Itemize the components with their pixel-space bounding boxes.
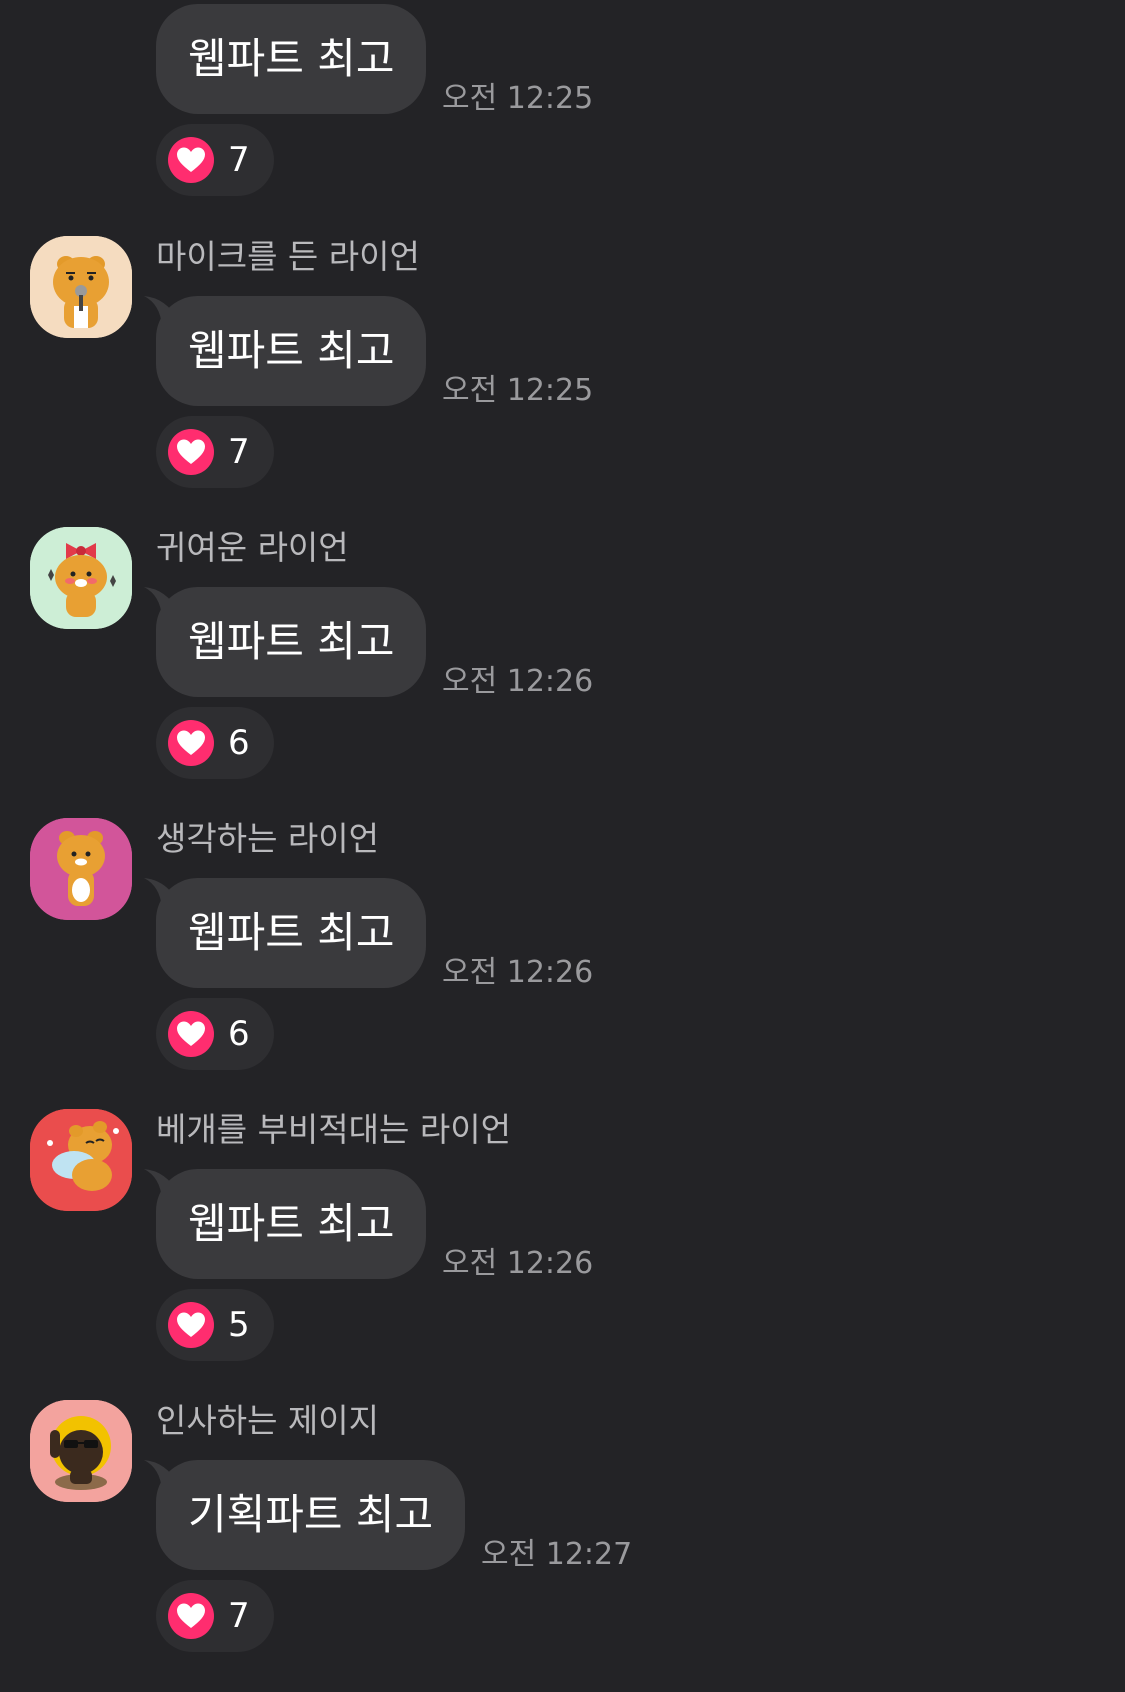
sender-name: 베개를 부비적대는 라이언 xyxy=(156,1110,511,1149)
reaction-badge[interactable]: 7 xyxy=(156,124,274,196)
jayg-greeting-avatar-icon[interactable] xyxy=(30,1400,132,1502)
reaction-count: 7 xyxy=(228,432,250,472)
ryan-microphone-avatar-icon[interactable] xyxy=(30,236,132,338)
bubble-tail-icon xyxy=(144,878,178,908)
message-time: 오전 12:25 xyxy=(442,81,594,116)
bubble-tail-icon xyxy=(144,587,178,617)
message-bubble[interactable]: 웹파트 최고 xyxy=(156,4,426,114)
message-bubble[interactable]: 웹파트 최고 xyxy=(144,878,426,988)
reaction-badge[interactable]: 7 xyxy=(156,1580,274,1652)
reaction-count: 6 xyxy=(228,1014,250,1054)
heart-icon xyxy=(168,1593,214,1639)
heart-icon xyxy=(168,429,214,475)
reaction-count: 5 xyxy=(228,1305,250,1345)
reaction-count: 6 xyxy=(228,723,250,763)
reaction-badge[interactable]: 6 xyxy=(156,707,274,779)
reaction-badge[interactable]: 6 xyxy=(156,998,274,1070)
reaction-badge[interactable]: 5 xyxy=(156,1289,274,1361)
reaction-badge[interactable]: 7 xyxy=(156,416,274,488)
ryan-pillow-avatar-icon[interactable] xyxy=(30,1109,132,1211)
message-bubble[interactable]: 기획파트 최고 xyxy=(144,1460,465,1570)
sender-name: 귀여운 라이언 xyxy=(156,528,349,567)
message-time: 오전 12:26 xyxy=(442,664,594,699)
message-text: 웹파트 최고 xyxy=(188,908,395,957)
ryan-thinking-avatar-icon[interactable] xyxy=(30,818,132,920)
chat-room: 웹파트 최고 오전 12:25 7 마이크를 든 라이언 웹파트 최고 오전 1… xyxy=(0,0,1125,1692)
heart-icon xyxy=(168,1302,214,1348)
message-group: 인사하는 제이지 기획파트 최고 오전 12:27 7 xyxy=(0,1400,1125,1660)
message-group: 귀여운 라이언 웹파트 최고 오전 12:26 6 xyxy=(0,527,1125,779)
message-text: 기획파트 최고 xyxy=(188,1490,434,1539)
message-time: 오전 12:26 xyxy=(442,1246,594,1281)
heart-icon xyxy=(168,720,214,766)
message-group: 생각하는 라이언 웹파트 최고 오전 12:26 6 xyxy=(0,818,1125,1070)
sender-name: 마이크를 든 라이언 xyxy=(156,237,420,276)
reaction-count: 7 xyxy=(228,140,250,180)
bubble-tail-icon xyxy=(144,1169,178,1199)
message-group: 마이크를 든 라이언 웹파트 최고 오전 12:25 7 xyxy=(0,236,1125,488)
message-time: 오전 12:26 xyxy=(442,955,594,990)
message-bubble[interactable]: 웹파트 최고 xyxy=(144,296,426,406)
message-group: 웹파트 최고 오전 12:25 7 xyxy=(0,0,1125,200)
message-time: 오전 12:27 xyxy=(481,1537,633,1572)
message-text: 웹파트 최고 xyxy=(188,326,395,375)
message-text: 웹파트 최고 xyxy=(188,1199,395,1248)
message-group: 베개를 부비적대는 라이언 웹파트 최고 오전 12:26 5 xyxy=(0,1109,1125,1361)
sender-name: 인사하는 제이지 xyxy=(156,1401,380,1440)
message-bubble[interactable]: 웹파트 최고 xyxy=(144,587,426,697)
bubble-tail-icon xyxy=(144,296,178,326)
message-time: 오전 12:25 xyxy=(442,373,594,408)
message-text: 웹파트 최고 xyxy=(188,34,395,83)
heart-icon xyxy=(168,137,214,183)
sender-name: 생각하는 라이언 xyxy=(156,819,380,858)
bubble-tail-icon xyxy=(144,1460,178,1490)
message-text: 웹파트 최고 xyxy=(188,617,395,666)
reaction-count: 7 xyxy=(228,1596,250,1636)
message-bubble[interactable]: 웹파트 최고 xyxy=(144,1169,426,1279)
heart-icon xyxy=(168,1011,214,1057)
ryan-cute-ribbon-avatar-icon[interactable] xyxy=(30,527,132,629)
